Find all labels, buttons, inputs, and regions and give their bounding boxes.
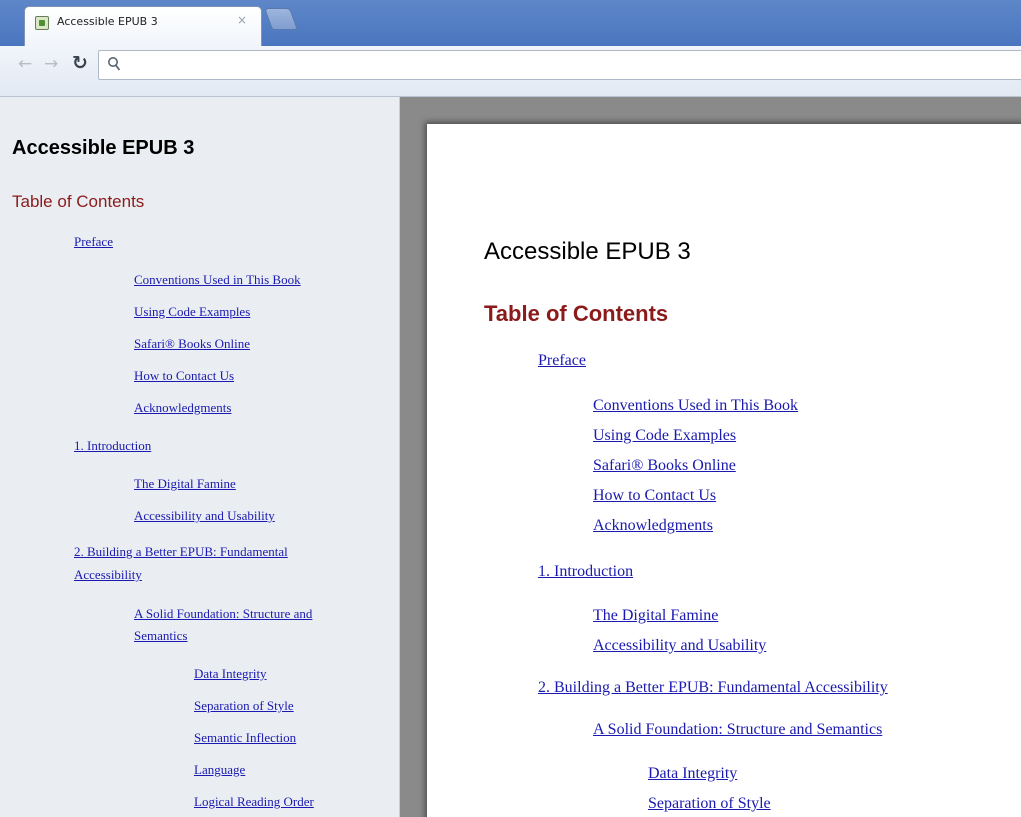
page-book-title: Accessible EPUB 3 [484,238,691,265]
page-toc-introduction[interactable]: 1. Introduction [538,562,633,582]
sidebar-toc-accessibility-usability[interactable]: Accessibility and Usability [134,507,275,525]
sidebar-toc-conventions[interactable]: Conventions Used in This Book [134,271,301,289]
sidebar-toc-heading: Table of Contents [12,192,145,211]
sidebar-toc-code-examples[interactable]: Using Code Examples [134,303,250,321]
tab-title: Accessible EPUB 3 [57,15,158,28]
new-tab-button[interactable] [263,8,299,30]
search-icon [108,57,121,71]
sidebar-toc-reading-order[interactable]: Logical Reading Order [194,793,314,811]
page-toc-preface[interactable]: Preface [538,351,586,371]
page-toc-solid-foundation[interactable]: A Solid Foundation: Structure and Semant… [593,720,882,740]
sidebar-toc-semantic-inflection[interactable]: Semantic Inflection [194,729,296,747]
sidebar-book-title: Accessible EPUB 3 [12,137,195,159]
page-toc-safari[interactable]: Safari® Books Online [593,456,736,476]
sidebar-toc-safari[interactable]: Safari® Books Online [134,335,250,353]
sidebar-toc-introduction[interactable]: 1. Introduction [74,437,151,455]
tab-strip: Accessible EPUB 3 × [0,0,1021,46]
sidebar-toc-solid-foundation-line2[interactable]: Semantics [134,627,187,645]
page-toc-acknowledgments[interactable]: Acknowledgments [593,516,713,536]
page-toc-separation-style[interactable]: Separation of Style [648,794,771,814]
sidebar-toc-digital-famine[interactable]: The Digital Famine [134,475,236,493]
sidebar-toc-chapter2-line2[interactable]: Accessibility [74,566,142,584]
sidebar-toc-chapter2-line1[interactable]: 2. Building a Better EPUB: Fundamental [74,543,288,561]
sidebar-toc-preface[interactable]: Preface [74,233,113,251]
page-toc-contact[interactable]: How to Contact Us [593,486,716,506]
epub-favicon-icon [35,16,49,30]
toc-sidebar: Accessible EPUB 3 Table of Contents Pref… [0,97,400,817]
sidebar-toc-separation-style[interactable]: Separation of Style [194,697,294,715]
sidebar-toc-language[interactable]: Language [194,761,245,779]
page-toc-heading: Table of Contents [484,301,669,326]
page-toc-code-examples[interactable]: Using Code Examples [593,426,736,446]
back-arrow-icon[interactable]: ← [18,54,32,74]
document-viewer[interactable]: Accessible EPUB 3 Table of Contents Pref… [400,97,1021,817]
page-toc-digital-famine[interactable]: The Digital Famine [593,606,718,626]
document-page: Accessible EPUB 3 Table of Contents Pref… [427,124,1021,817]
tab-close-icon[interactable]: × [237,13,247,27]
omnibox-input[interactable] [127,53,1011,79]
page-toc-accessibility-usability[interactable]: Accessibility and Usability [593,636,766,656]
forward-arrow-icon[interactable]: → [44,54,58,74]
omnibox[interactable] [98,50,1021,80]
browser-window: Accessible EPUB 3 × ← → ↻ Accessible EPU… [0,0,1021,817]
reload-icon[interactable]: ↻ [72,52,88,74]
sidebar-toc-solid-foundation-line1[interactable]: A Solid Foundation: Structure and [134,605,312,623]
tab-accessible-epub[interactable]: Accessible EPUB 3 × [24,6,262,46]
page-toc-data-integrity[interactable]: Data Integrity [648,764,737,784]
page-toc-conventions[interactable]: Conventions Used in This Book [593,396,798,416]
sidebar-toc-acknowledgments[interactable]: Acknowledgments [134,399,231,417]
sidebar-toc-data-integrity[interactable]: Data Integrity [194,665,267,683]
page-toc-chapter2[interactable]: 2. Building a Better EPUB: Fundamental A… [538,678,888,698]
toolbar: ← → ↻ [0,46,1021,97]
sidebar-toc-contact[interactable]: How to Contact Us [134,367,234,385]
